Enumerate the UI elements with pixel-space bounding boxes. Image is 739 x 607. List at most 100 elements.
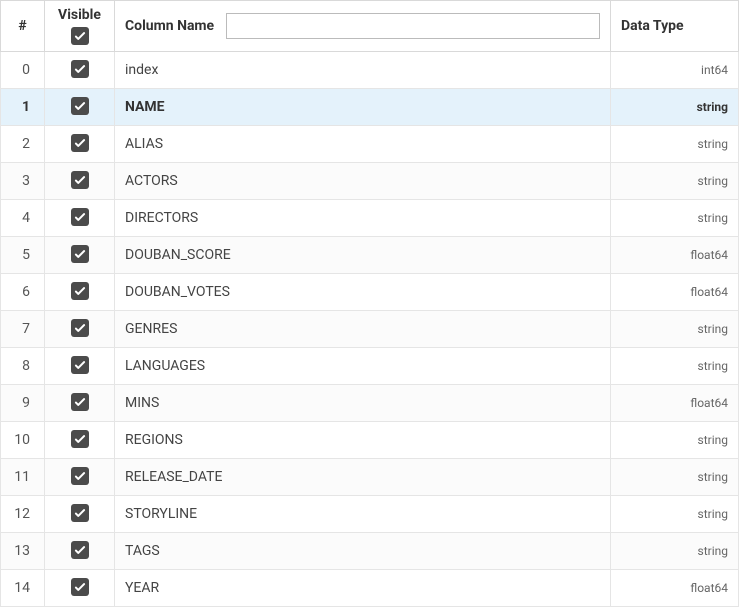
row-data-type-cell: float64 [611,570,739,607]
check-icon [73,29,87,43]
row-column-name-cell: YEAR [115,570,611,607]
row-column-name-cell: index [115,52,611,89]
row-column-name-cell: ACTORS [115,163,611,200]
row-data-type-cell: int64 [611,52,739,89]
row-data-type-cell: string [611,496,739,533]
table-row[interactable]: 1 NAMEstring [1,89,739,126]
row-data-type-cell: string [611,348,739,385]
row-index-cell: 12 [1,496,45,533]
row-column-name-cell: RELEASE_DATE [115,459,611,496]
table-row[interactable]: 12 STORYLINEstring [1,496,739,533]
header-index[interactable]: # [1,1,45,52]
row-data-type-cell: string [611,459,739,496]
check-icon [73,506,87,520]
table-row[interactable]: 11RELEASE_DATEstring [1,459,739,496]
row-visible-checkbox[interactable] [71,319,89,337]
header-data-type-label: Data Type [621,18,684,34]
row-visible-cell [45,459,115,496]
column-name-filter-input[interactable] [226,13,600,39]
row-visible-checkbox[interactable] [71,60,89,78]
row-column-name-cell: STORYLINE [115,496,611,533]
check-icon [73,395,87,409]
row-index-cell: 5 [1,237,45,274]
row-data-type-cell: string [611,533,739,570]
table-row[interactable]: 2ALIASstring [1,126,739,163]
row-visible-checkbox[interactable] [71,430,89,448]
row-visible-checkbox[interactable] [71,171,89,189]
row-column-name-cell: DOUBAN_VOTES [115,274,611,311]
row-column-name-cell: LANGUAGES [115,348,611,385]
row-data-type-cell: string [611,89,739,126]
row-visible-checkbox[interactable] [71,578,89,596]
row-visible-checkbox[interactable] [71,208,89,226]
row-column-name-cell: MINS [115,385,611,422]
table-row[interactable]: 6DOUBAN_VOTESfloat64 [1,274,739,311]
row-index-cell: 10 [1,422,45,459]
row-visible-cell [45,496,115,533]
header-visible[interactable]: Visible [45,1,115,52]
row-column-name-cell: ALIAS [115,126,611,163]
table-row[interactable]: 8 LANGUAGESstring [1,348,739,385]
row-visible-checkbox[interactable] [71,245,89,263]
row-column-name-cell: TAGS [115,533,611,570]
row-index-cell: 1 [1,89,45,126]
row-column-name-cell: NAME [115,89,611,126]
check-icon [73,432,87,446]
check-icon [73,99,87,113]
check-icon [73,62,87,76]
row-index-cell: 0 [1,52,45,89]
row-data-type-cell: float64 [611,385,739,422]
check-icon [73,321,87,335]
header-column-name[interactable]: Column Name [115,1,611,52]
row-index-cell: 13 [1,533,45,570]
table-row[interactable]: 4DIRECTORSstring [1,200,739,237]
table-row[interactable]: 10 REGIONSstring [1,422,739,459]
visible-all-checkbox[interactable] [71,27,89,45]
row-visible-checkbox[interactable] [71,97,89,115]
table-row[interactable]: 13 TAGSstring [1,533,739,570]
check-icon [73,173,87,187]
row-data-type-cell: float64 [611,237,739,274]
row-index-cell: 8 [1,348,45,385]
row-column-name-cell: GENRES [115,311,611,348]
row-visible-checkbox[interactable] [71,504,89,522]
header-column-name-label: Column Name [125,18,214,34]
row-visible-cell [45,533,115,570]
row-visible-cell [45,89,115,126]
table-row[interactable]: 0 indexint64 [1,52,739,89]
row-visible-cell [45,274,115,311]
columns-table-body: 0indexint641NAMEstring2ALIASstring3ACTOR… [1,52,739,607]
header-data-type[interactable]: Data Type [611,1,739,52]
row-visible-checkbox[interactable] [71,282,89,300]
table-row[interactable]: 14YEARfloat64 [1,570,739,607]
row-visible-checkbox[interactable] [71,356,89,374]
row-visible-cell [45,52,115,89]
table-row[interactable]: 9MINSfloat64 [1,385,739,422]
row-visible-checkbox[interactable] [71,134,89,152]
row-column-name-cell: DOUBAN_SCORE [115,237,611,274]
row-visible-cell [45,200,115,237]
check-icon [73,247,87,261]
row-visible-cell [45,422,115,459]
check-icon [73,284,87,298]
header-index-label: # [18,18,26,34]
row-index-cell: 6 [1,274,45,311]
table-header-row: # Visible Column Name Data Type [1,1,739,52]
row-index-cell: 3 [1,163,45,200]
check-icon [73,136,87,150]
row-visible-cell [45,237,115,274]
row-visible-checkbox[interactable] [71,467,89,485]
table-row[interactable]: 3ACTORSstring [1,163,739,200]
header-visible-label: Visible [58,7,101,23]
table-row[interactable]: 5 DOUBAN_SCOREfloat64 [1,237,739,274]
row-visible-checkbox[interactable] [71,393,89,411]
row-data-type-cell: string [611,311,739,348]
row-visible-checkbox[interactable] [71,541,89,559]
table-row[interactable]: 7GENRESstring [1,311,739,348]
row-column-name-cell: REGIONS [115,422,611,459]
check-icon [73,358,87,372]
row-data-type-cell: string [611,422,739,459]
check-icon [73,543,87,557]
row-index-cell: 2 [1,126,45,163]
check-icon [73,469,87,483]
